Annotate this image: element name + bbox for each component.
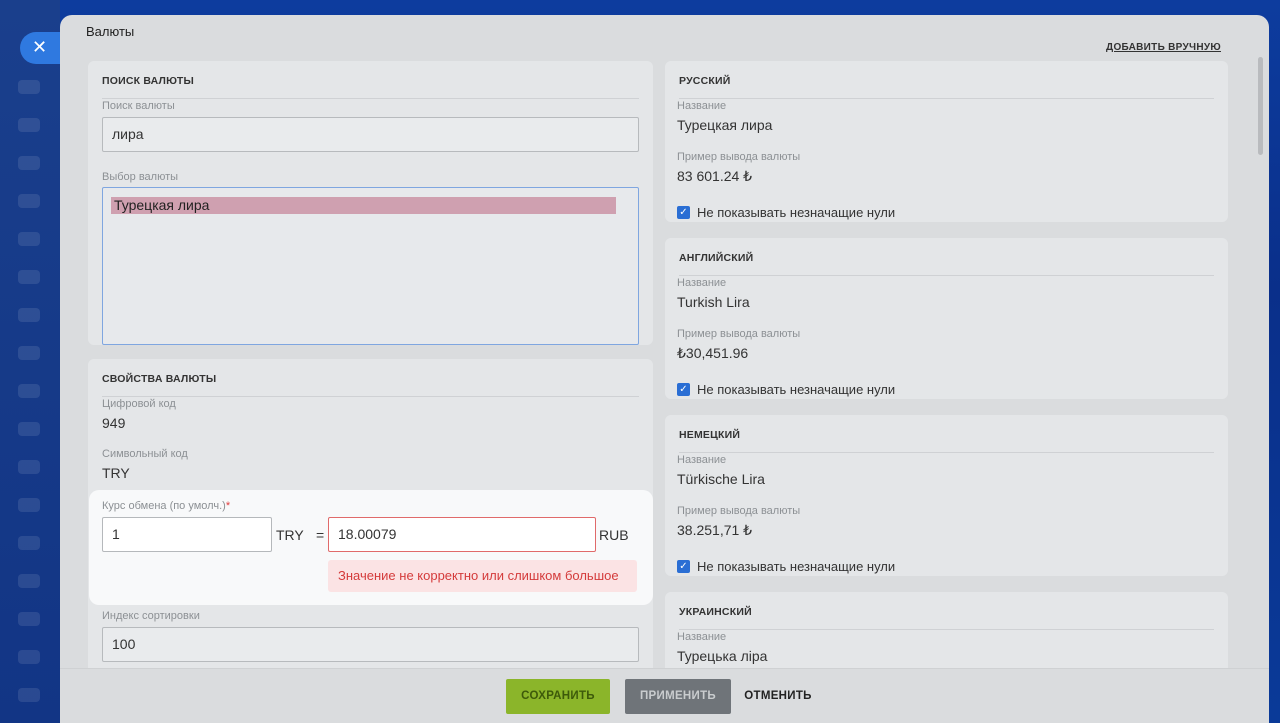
lang-card-russian: РУССКИЙ Название Турецкая лира Пример вы…: [665, 61, 1228, 222]
example-value: 38.251,71 ₺: [677, 522, 753, 538]
rate-to-currency: RUB: [599, 527, 629, 543]
divider: [102, 396, 639, 397]
hide-zeros-checkbox[interactable]: ✓ Не показывать незначащие нули: [677, 205, 895, 220]
background-sidebar: [0, 0, 60, 723]
name-value: Türkische Lira: [677, 471, 765, 487]
symbol-code-label: Символьный код: [102, 448, 188, 460]
sidebar-icon: [18, 612, 40, 626]
numeric-code-label: Цифровой код: [102, 398, 176, 410]
card-title: АНГЛИЙСКИЙ: [679, 252, 754, 264]
sidebar-icon: [18, 460, 40, 474]
sidebar-icon: [18, 536, 40, 550]
sidebar-icon: [18, 270, 40, 284]
card-title: УКРАИНСКИЙ: [679, 606, 752, 618]
checkbox-label: Не показывать незначащие нули: [697, 205, 896, 220]
cancel-button[interactable]: ОТМЕНИТЬ: [743, 679, 813, 714]
example-value: ₺30,451.96: [677, 345, 749, 361]
sidebar-icon: [18, 232, 40, 246]
equals-sign: =: [316, 527, 325, 543]
currency-slider: Валюты ДОБАВИТЬ ВРУЧНУЮ ПОИСК ВАЛЮТЫ Пои…: [60, 15, 1269, 723]
close-slider-button[interactable]: ✕: [20, 32, 64, 64]
rate-label: Курс обмена (по умолч.)*: [102, 500, 231, 512]
close-icon: ✕: [32, 37, 48, 58]
check-icon: ✓: [677, 560, 690, 573]
save-button[interactable]: СОХРАНИТЬ: [506, 679, 610, 714]
divider: [679, 275, 1214, 276]
sidebar-icon: [18, 650, 40, 664]
card-title: РУССКИЙ: [679, 75, 731, 87]
card-title: ПОИСК ВАЛЮТЫ: [102, 75, 194, 87]
checkbox-label: Не показывать незначащие нули: [697, 559, 896, 574]
search-label: Поиск валюты: [102, 100, 175, 112]
currency-select-list[interactable]: Турецкая лира: [102, 187, 639, 345]
symbol-code-value: TRY: [102, 465, 130, 481]
name-value: Turkish Lira: [677, 294, 750, 310]
lang-card-english: АНГЛИЙСКИЙ Название Turkish Lira Пример …: [665, 238, 1228, 399]
add-manually-link[interactable]: ДОБАВИТЬ ВРУЧНУЮ: [1106, 42, 1221, 53]
sidebar-icon: [18, 422, 40, 436]
scrollbar[interactable]: [1258, 57, 1263, 155]
sidebar-icon: [18, 688, 40, 702]
page-title: Валюты: [86, 24, 135, 39]
select-option[interactable]: Турецкая лира: [111, 197, 616, 214]
lang-card-german: НЕМЕЦКИЙ Название Türkische Lira Пример …: [665, 415, 1228, 576]
name-value: Турецька ліра: [677, 648, 768, 664]
card-title: НЕМЕЦКИЙ: [679, 429, 741, 441]
rate-from-currency: TRY: [276, 527, 304, 543]
example-label: Пример вывода валюты: [677, 328, 801, 340]
search-input[interactable]: лира: [102, 117, 639, 152]
sidebar-icon: [18, 308, 40, 322]
exchange-rate-field-group: Курс обмена (по умолч.)* 1 TRY = 18.0007…: [89, 490, 653, 605]
sidebar-icon: [18, 574, 40, 588]
example-label: Пример вывода валюты: [677, 505, 801, 517]
rate-value-input[interactable]: 18.00079: [328, 517, 596, 552]
sidebar-icon: [18, 384, 40, 398]
footer-actions: СОХРАНИТЬ ПРИМЕНИТЬ ОТМЕНИТЬ: [60, 668, 1269, 723]
sidebar-icon: [18, 80, 40, 94]
divider: [679, 98, 1214, 99]
card-title: СВОЙСТВА ВАЛЮТЫ: [102, 373, 217, 385]
sidebar-icon: [18, 346, 40, 360]
check-icon: ✓: [677, 383, 690, 396]
example-value: 83 601.24 ₺: [677, 168, 753, 184]
sort-label: Индекс сортировки: [102, 610, 200, 622]
checkbox-label: Не показывать незначащие нули: [697, 382, 896, 397]
hide-zeros-checkbox[interactable]: ✓ Не показывать незначащие нули: [677, 559, 895, 574]
name-label: Название: [677, 100, 727, 112]
sidebar-icon: [18, 118, 40, 132]
apply-button[interactable]: ПРИМЕНИТЬ: [625, 679, 731, 714]
rate-amount-input[interactable]: 1: [102, 517, 272, 552]
divider: [679, 629, 1214, 630]
name-value: Турецкая лира: [677, 117, 773, 133]
error-message: Значение не корректно или слишком большо…: [328, 560, 637, 592]
check-icon: ✓: [677, 206, 690, 219]
name-label: Название: [677, 277, 727, 289]
search-currency-card: ПОИСК ВАЛЮТЫ Поиск валюты лира Выбор вал…: [88, 61, 653, 345]
sidebar-icon: [18, 156, 40, 170]
hide-zeros-checkbox[interactable]: ✓ Не показывать незначащие нули: [677, 382, 895, 397]
name-label: Название: [677, 631, 727, 643]
sidebar-icon: [18, 194, 40, 208]
example-label: Пример вывода валюты: [677, 151, 801, 163]
sort-index-input[interactable]: 100: [102, 627, 639, 662]
sidebar-icon: [18, 498, 40, 512]
divider: [679, 452, 1214, 453]
numeric-code-value: 949: [102, 415, 126, 431]
divider: [102, 98, 639, 99]
name-label: Название: [677, 454, 727, 466]
select-label: Выбор валюты: [102, 171, 179, 183]
